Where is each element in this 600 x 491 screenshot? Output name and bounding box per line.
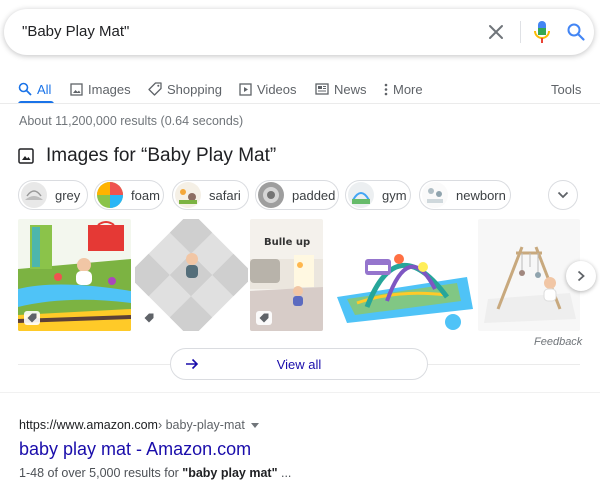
more-vert-icon: [384, 83, 388, 95]
result-url-domain: https://www.amazon.com: [19, 418, 158, 432]
search-icon: [18, 82, 32, 96]
chip-label: gym: [382, 187, 407, 203]
chip-label: padded: [292, 187, 336, 203]
chip-thumbnail: [21, 182, 47, 208]
chip-foam[interactable]: foam: [94, 180, 164, 210]
tab-news[interactable]: News: [315, 74, 367, 104]
tag-icon: [148, 82, 162, 96]
result-title-link[interactable]: baby play mat - Amazon.com: [19, 439, 251, 460]
chip-thumbnail: [258, 182, 284, 208]
tab-all[interactable]: All: [18, 74, 51, 104]
result-snippet: 1-48 of over 5,000 results for "baby pla…: [19, 466, 291, 480]
images-section-title: Images for “Baby Play Mat”: [46, 145, 277, 166]
tools-label: Tools: [551, 81, 582, 97]
caret-down-icon[interactable]: [250, 418, 259, 432]
tag-icon: [256, 311, 272, 325]
image-icon: [70, 82, 83, 96]
chip-label: newborn: [456, 187, 506, 203]
image-result-5[interactable]: [478, 219, 580, 331]
microphone-icon[interactable]: [532, 20, 552, 44]
chevron-down-icon: [557, 191, 569, 199]
view-all-button[interactable]: View all: [170, 348, 428, 380]
chips-next-button[interactable]: [548, 180, 578, 210]
images-next-button[interactable]: [566, 261, 596, 291]
tab-label: All: [37, 81, 52, 97]
image-result-3[interactable]: Bulle up: [250, 219, 323, 331]
tools-button[interactable]: Tools: [551, 74, 581, 104]
tab-more[interactable]: More: [384, 74, 423, 104]
tab-label: News: [334, 81, 367, 97]
snippet-ellipsis: ...: [277, 466, 292, 480]
thumbnail-brand-text: Bulle up: [264, 237, 311, 248]
result-url-path: › baby-play-mat: [157, 418, 245, 432]
tab-label: Shopping: [167, 81, 222, 97]
searchbar-divider: [520, 21, 521, 43]
tab-shopping[interactable]: Shopping: [148, 74, 222, 104]
feedback-link[interactable]: Feedback: [534, 336, 582, 348]
search-bar[interactable]: "Baby Play Mat": [4, 9, 594, 55]
play-gym-image: [327, 219, 474, 331]
chip-padded[interactable]: padded: [255, 180, 339, 210]
chip-thumbnail: [348, 182, 374, 208]
tab-label: More: [393, 81, 423, 97]
chip-thumbnail: [175, 182, 201, 208]
tab-images[interactable]: Images: [70, 74, 131, 104]
image-icon: [18, 148, 34, 164]
tab-label: Videos: [257, 81, 297, 97]
result-stats: About 11,200,000 results (0.64 seconds): [19, 114, 244, 128]
image-result-2[interactable]: [135, 219, 248, 331]
snippet-bold: "baby play mat": [182, 466, 278, 480]
view-all-label: View all: [276, 357, 322, 372]
view-all-rule-right: [428, 364, 580, 365]
chip-label: grey: [55, 187, 81, 203]
image-result-1[interactable]: [18, 219, 131, 331]
image-result-4[interactable]: [327, 219, 474, 331]
result-url[interactable]: https://www.amazon.com › baby-play-mat: [19, 418, 259, 432]
chevron-right-icon: [577, 270, 585, 282]
images-section-header: Images for “Baby Play Mat”: [18, 144, 276, 168]
image-filter-chips: grey foam safari padded gym newborn: [18, 180, 598, 212]
chip-label: safari: [209, 187, 241, 203]
chip-thumbnail: [97, 182, 123, 208]
tag-icon: [141, 311, 157, 325]
chip-label: foam: [131, 187, 160, 203]
view-all-rule-left: [18, 364, 170, 365]
play-gym-image: [478, 219, 580, 331]
chip-thumbnail: [422, 182, 448, 208]
tabs-divider: [0, 103, 600, 104]
tab-label: Images: [88, 81, 131, 97]
close-icon[interactable]: [486, 22, 506, 42]
nav-tabs: All Images Shopping Videos News More Too…: [0, 74, 600, 104]
search-input[interactable]: "Baby Play Mat": [22, 23, 129, 40]
snippet-text: 1-48 of over 5,000 results for: [19, 466, 183, 480]
section-divider: [0, 392, 600, 393]
chip-gym[interactable]: gym: [345, 180, 411, 210]
play-icon: [239, 82, 252, 96]
chip-safari[interactable]: safari: [172, 180, 249, 210]
tab-videos[interactable]: Videos: [239, 74, 297, 104]
chip-grey[interactable]: grey: [18, 180, 88, 210]
search-icon[interactable]: [566, 22, 586, 42]
chip-newborn[interactable]: newborn: [419, 180, 511, 210]
newspaper-icon: [315, 83, 329, 95]
tag-icon: [24, 311, 40, 325]
